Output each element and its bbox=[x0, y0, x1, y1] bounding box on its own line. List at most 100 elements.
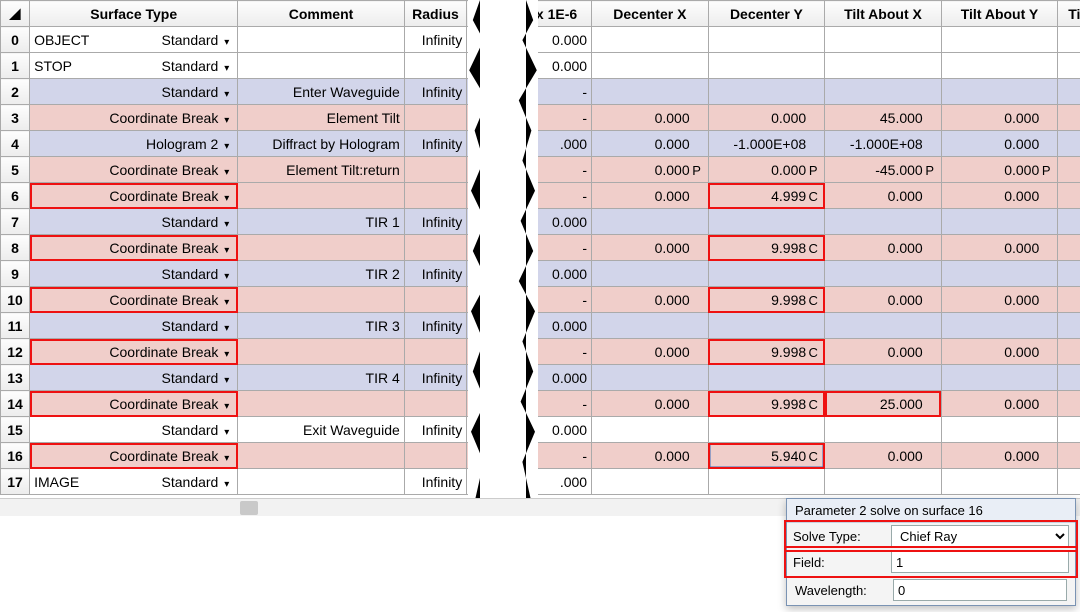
decenter-x-cell[interactable] bbox=[592, 79, 709, 105]
tilt-x-cell[interactable]: -1.000E+08 bbox=[825, 131, 942, 157]
tilt-y-cell[interactable]: 0.000 bbox=[941, 391, 1058, 417]
tilt-x-cell[interactable]: 45.000 bbox=[825, 105, 942, 131]
surface-type-cell[interactable]: Standard bbox=[30, 417, 238, 443]
surface-type-dropdown[interactable]: Standard bbox=[98, 84, 229, 100]
decenter-x-cell[interactable]: 0.000 bbox=[592, 235, 709, 261]
surface-type-cell[interactable]: Standard bbox=[30, 209, 238, 235]
row-header[interactable]: 7 bbox=[1, 209, 30, 235]
radius-cell[interactable]: Infinity bbox=[404, 27, 466, 53]
th-cell[interactable] bbox=[467, 183, 509, 209]
decenter-y-cell[interactable] bbox=[708, 313, 825, 339]
tilt-cell[interactable] bbox=[1058, 131, 1080, 157]
tce-cell[interactable]: 0.000 bbox=[508, 417, 591, 443]
tilt-cell[interactable] bbox=[1058, 79, 1080, 105]
decenter-y-cell[interactable] bbox=[708, 53, 825, 79]
tilt-cell[interactable] bbox=[1058, 235, 1080, 261]
th-cell[interactable] bbox=[467, 469, 509, 495]
tilt-cell[interactable] bbox=[1058, 391, 1080, 417]
tce-cell[interactable]: - bbox=[508, 287, 591, 313]
tilt-cell[interactable] bbox=[1058, 261, 1080, 287]
col-tilt-x[interactable]: Tilt About X bbox=[825, 1, 942, 27]
th-cell[interactable] bbox=[467, 157, 509, 183]
tilt-y-cell[interactable] bbox=[941, 417, 1058, 443]
col-tilt-y[interactable]: Tilt About Y bbox=[941, 1, 1058, 27]
tilt-x-cell[interactable]: 0.000 bbox=[825, 183, 942, 209]
row-header[interactable]: 13 bbox=[1, 365, 30, 391]
decenter-y-cell[interactable]: 9.998C bbox=[708, 235, 825, 261]
tce-cell[interactable]: - bbox=[508, 105, 591, 131]
surface-type-cell[interactable]: IMAGEStandard bbox=[30, 469, 238, 495]
radius-cell[interactable]: Infinity bbox=[404, 79, 466, 105]
decenter-x-cell[interactable]: 0.000 bbox=[592, 105, 709, 131]
tilt-y-cell[interactable]: 0.000 bbox=[941, 235, 1058, 261]
surface-type-dropdown[interactable]: Coordinate Break bbox=[98, 110, 229, 126]
surface-type-cell[interactable]: Coordinate Break bbox=[30, 183, 238, 209]
row-header[interactable]: 16 bbox=[1, 443, 30, 469]
decenter-y-cell[interactable] bbox=[708, 27, 825, 53]
row-header[interactable]: 0 bbox=[1, 27, 30, 53]
tilt-cell[interactable] bbox=[1058, 287, 1080, 313]
tce-cell[interactable]: 0.000 bbox=[508, 27, 591, 53]
comment-cell[interactable] bbox=[238, 27, 405, 53]
radius-cell[interactable] bbox=[404, 443, 466, 469]
th-cell[interactable] bbox=[467, 339, 509, 365]
radius-cell[interactable]: Infinity bbox=[404, 313, 466, 339]
radius-cell[interactable] bbox=[404, 287, 466, 313]
row-header[interactable]: 11 bbox=[1, 313, 30, 339]
surface-type-dropdown[interactable]: Coordinate Break bbox=[98, 162, 229, 178]
radius-cell[interactable]: Infinity bbox=[404, 365, 466, 391]
radius-cell[interactable] bbox=[404, 105, 466, 131]
surface-type-dropdown[interactable]: Coordinate Break bbox=[98, 344, 229, 360]
surface-type-dropdown[interactable]: Coordinate Break bbox=[98, 240, 229, 256]
decenter-x-cell[interactable]: 0.000 bbox=[592, 183, 709, 209]
comment-cell[interactable]: TIR 2 bbox=[238, 261, 405, 287]
comment-cell[interactable] bbox=[238, 235, 405, 261]
tce-cell[interactable]: - bbox=[508, 183, 591, 209]
decenter-x-cell[interactable] bbox=[592, 365, 709, 391]
tilt-x-cell[interactable] bbox=[825, 313, 942, 339]
row-header[interactable]: 10 bbox=[1, 287, 30, 313]
tilt-cell[interactable] bbox=[1058, 183, 1080, 209]
decenter-y-cell[interactable]: 9.998C bbox=[708, 287, 825, 313]
radius-cell[interactable] bbox=[404, 391, 466, 417]
th-cell[interactable]: 1 bbox=[467, 313, 509, 339]
surface-type-cell[interactable]: STOPStandard bbox=[30, 53, 238, 79]
decenter-x-cell[interactable]: 0.000 bbox=[592, 287, 709, 313]
surface-type-dropdown[interactable]: Coordinate Break bbox=[98, 188, 229, 204]
tilt-cell[interactable] bbox=[1058, 469, 1080, 495]
wavelength-input[interactable] bbox=[893, 579, 1067, 601]
tilt-x-cell[interactable]: 0.000 bbox=[825, 235, 942, 261]
decenter-y-cell[interactable] bbox=[708, 365, 825, 391]
tilt-y-cell[interactable] bbox=[941, 261, 1058, 287]
row-header[interactable]: 4 bbox=[1, 131, 30, 157]
tilt-y-cell[interactable]: 0.000 bbox=[941, 183, 1058, 209]
scrollbar-thumb[interactable] bbox=[240, 501, 258, 515]
corner-cell[interactable]: ◢ bbox=[1, 1, 30, 27]
tilt-x-cell[interactable] bbox=[825, 261, 942, 287]
decenter-x-cell[interactable] bbox=[592, 313, 709, 339]
decenter-y-cell[interactable]: -1.000E+08 bbox=[708, 131, 825, 157]
tce-cell[interactable]: 0.000 bbox=[508, 261, 591, 287]
th-cell[interactable] bbox=[467, 287, 509, 313]
surface-table[interactable]: ◢ Surface Type Comment Radius Th E x 1E-… bbox=[0, 0, 1080, 495]
tilt-x-cell[interactable] bbox=[825, 469, 942, 495]
th-cell[interactable]: -10 bbox=[467, 261, 509, 287]
tilt-cell[interactable] bbox=[1058, 365, 1080, 391]
tce-cell[interactable]: - bbox=[508, 391, 591, 417]
tilt-x-cell[interactable] bbox=[825, 53, 942, 79]
field-input[interactable] bbox=[891, 551, 1069, 573]
tilt-x-cell[interactable] bbox=[825, 27, 942, 53]
tilt-y-cell[interactable]: 0.000 bbox=[941, 131, 1058, 157]
col-tilt[interactable]: Tilt bbox=[1058, 1, 1080, 27]
surface-type-cell[interactable]: Coordinate Break bbox=[30, 235, 238, 261]
solve-type-select[interactable]: Chief Ray bbox=[891, 525, 1069, 547]
decenter-x-cell[interactable]: 0.000 bbox=[592, 391, 709, 417]
decenter-x-cell[interactable] bbox=[592, 53, 709, 79]
row-header[interactable]: 1 bbox=[1, 53, 30, 79]
radius-cell[interactable]: Infinity bbox=[404, 209, 466, 235]
surface-type-dropdown[interactable]: Standard bbox=[98, 370, 229, 386]
surface-type-cell[interactable]: Hologram 2 bbox=[30, 131, 238, 157]
surface-type-cell[interactable]: Coordinate Break bbox=[30, 339, 238, 365]
tilt-cell[interactable] bbox=[1058, 27, 1080, 53]
decenter-x-cell[interactable] bbox=[592, 261, 709, 287]
